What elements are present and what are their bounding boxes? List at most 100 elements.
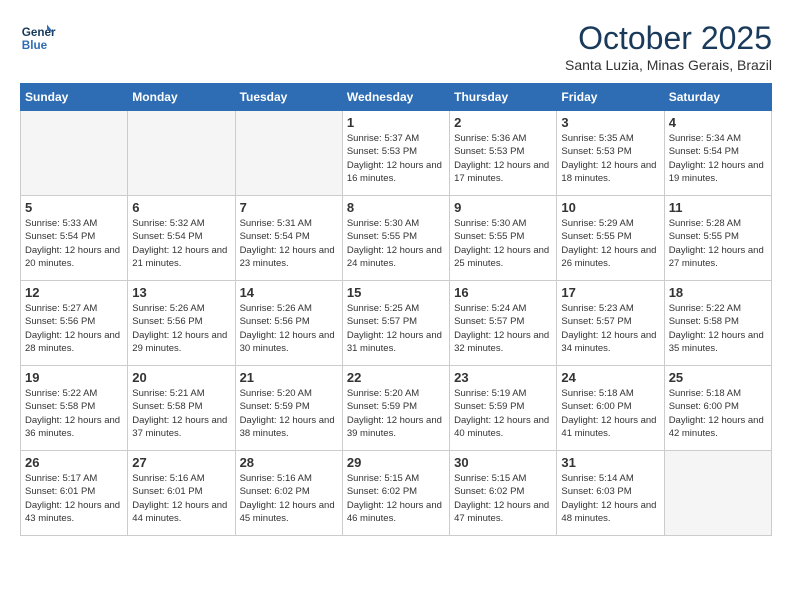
calendar-cell: 19 Sunrise: 5:22 AM Sunset: 5:58 PM Dayli… (21, 366, 128, 451)
day-number: 24 (561, 370, 659, 385)
day-info: Sunrise: 5:17 AM Sunset: 6:01 PM Dayligh… (25, 472, 123, 525)
day-number: 4 (669, 115, 767, 130)
day-number: 29 (347, 455, 445, 470)
day-info: Sunrise: 5:22 AM Sunset: 5:58 PM Dayligh… (669, 302, 767, 355)
day-number: 14 (240, 285, 338, 300)
day-info: Sunrise: 5:29 AM Sunset: 5:55 PM Dayligh… (561, 217, 659, 270)
day-number: 15 (347, 285, 445, 300)
day-info: Sunrise: 5:23 AM Sunset: 5:57 PM Dayligh… (561, 302, 659, 355)
calendar-cell: 5 Sunrise: 5:33 AM Sunset: 5:54 PM Daylig… (21, 196, 128, 281)
day-number: 6 (132, 200, 230, 215)
weekday-header-wednesday: Wednesday (342, 84, 449, 111)
calendar-cell (235, 111, 342, 196)
weekday-header-sunday: Sunday (21, 84, 128, 111)
calendar-cell (21, 111, 128, 196)
calendar-week-3: 12 Sunrise: 5:27 AM Sunset: 5:56 PM Dayli… (21, 281, 772, 366)
weekday-header-friday: Friday (557, 84, 664, 111)
day-number: 18 (669, 285, 767, 300)
day-number: 17 (561, 285, 659, 300)
day-info: Sunrise: 5:20 AM Sunset: 5:59 PM Dayligh… (347, 387, 445, 440)
day-info: Sunrise: 5:18 AM Sunset: 6:00 PM Dayligh… (561, 387, 659, 440)
day-info: Sunrise: 5:16 AM Sunset: 6:01 PM Dayligh… (132, 472, 230, 525)
calendar-cell: 23Sunrise: 5:19 AM Sunset: 5:59 PM Dayli… (450, 366, 557, 451)
day-number: 25 (669, 370, 767, 385)
calendar-cell: 9 Sunrise: 5:30 AM Sunset: 5:55 PM Daylig… (450, 196, 557, 281)
calendar-week-2: 5 Sunrise: 5:33 AM Sunset: 5:54 PM Daylig… (21, 196, 772, 281)
day-info: Sunrise: 5:16 AM Sunset: 6:02 PM Dayligh… (240, 472, 338, 525)
calendar-cell: 17 Sunrise: 5:23 AM Sunset: 5:57 PM Dayli… (557, 281, 664, 366)
day-info: Sunrise: 5:37 AM Sunset: 5:53 PM Dayligh… (347, 132, 445, 185)
calendar-cell: 24 Sunrise: 5:18 AM Sunset: 6:00 PM Dayli… (557, 366, 664, 451)
day-number: 28 (240, 455, 338, 470)
calendar-cell (664, 451, 771, 536)
day-info: Sunrise: 5:15 AM Sunset: 6:02 PM Dayligh… (347, 472, 445, 525)
day-info: Sunrise: 5:28 AM Sunset: 5:55 PM Dayligh… (669, 217, 767, 270)
calendar-cell: 22 Sunrise: 5:20 AM Sunset: 5:59 PM Dayli… (342, 366, 449, 451)
page-header: General Blue General Blue October 2025 S… (20, 20, 772, 73)
day-number: 30 (454, 455, 552, 470)
day-number: 31 (561, 455, 659, 470)
day-info: Sunrise: 5:22 AM Sunset: 5:58 PM Dayligh… (25, 387, 123, 440)
calendar-cell: 4 Sunrise: 5:34 AM Sunset: 5:54 PM Daylig… (664, 111, 771, 196)
day-info: Sunrise: 5:21 AM Sunset: 5:58 PM Dayligh… (132, 387, 230, 440)
day-number: 8 (347, 200, 445, 215)
calendar-cell: 20 Sunrise: 5:21 AM Sunset: 5:58 PM Dayli… (128, 366, 235, 451)
calendar-cell: 10 Sunrise: 5:29 AM Sunset: 5:55 PM Dayli… (557, 196, 664, 281)
calendar-cell: 27 Sunrise: 5:16 AM Sunset: 6:01 PM Dayli… (128, 451, 235, 536)
weekday-header-tuesday: Tuesday (235, 84, 342, 111)
weekday-header-saturday: Saturday (664, 84, 771, 111)
day-info: Sunrise: 5:33 AM Sunset: 5:54 PM Dayligh… (25, 217, 123, 270)
calendar-cell: 26 Sunrise: 5:17 AM Sunset: 6:01 PM Dayli… (21, 451, 128, 536)
calendar-cell: 7Sunrise: 5:31 AM Sunset: 5:54 PM Daylig… (235, 196, 342, 281)
calendar-cell: 1Sunrise: 5:37 AM Sunset: 5:53 PM Daylig… (342, 111, 449, 196)
calendar-cell: 3Sunrise: 5:35 AM Sunset: 5:53 PM Daylig… (557, 111, 664, 196)
calendar-cell: 21 Sunrise: 5:20 AM Sunset: 5:59 PM Dayli… (235, 366, 342, 451)
month-title: October 2025 (565, 20, 772, 57)
day-number: 26 (25, 455, 123, 470)
day-number: 23 (454, 370, 552, 385)
calendar-cell: 16 Sunrise: 5:24 AM Sunset: 5:57 PM Dayli… (450, 281, 557, 366)
day-info: Sunrise: 5:18 AM Sunset: 6:00 PM Dayligh… (669, 387, 767, 440)
logo-icon: General Blue (20, 20, 56, 56)
day-number: 20 (132, 370, 230, 385)
calendar-cell: 2Sunrise: 5:36 AM Sunset: 5:53 PM Daylig… (450, 111, 557, 196)
day-info: Sunrise: 5:26 AM Sunset: 5:56 PM Dayligh… (240, 302, 338, 355)
day-number: 5 (25, 200, 123, 215)
calendar-cell: 12 Sunrise: 5:27 AM Sunset: 5:56 PM Dayli… (21, 281, 128, 366)
day-info: Sunrise: 5:34 AM Sunset: 5:54 PM Dayligh… (669, 132, 767, 185)
day-info: Sunrise: 5:30 AM Sunset: 5:55 PM Dayligh… (454, 217, 552, 270)
calendar-week-1: 1Sunrise: 5:37 AM Sunset: 5:53 PM Daylig… (21, 111, 772, 196)
day-info: Sunrise: 5:27 AM Sunset: 5:56 PM Dayligh… (25, 302, 123, 355)
day-number: 27 (132, 455, 230, 470)
day-info: Sunrise: 5:31 AM Sunset: 5:54 PM Dayligh… (240, 217, 338, 270)
day-number: 11 (669, 200, 767, 215)
day-info: Sunrise: 5:24 AM Sunset: 5:57 PM Dayligh… (454, 302, 552, 355)
day-info: Sunrise: 5:25 AM Sunset: 5:57 PM Dayligh… (347, 302, 445, 355)
calendar-cell: 30Sunrise: 5:15 AM Sunset: 6:02 PM Dayli… (450, 451, 557, 536)
day-number: 2 (454, 115, 552, 130)
calendar-cell: 14 Sunrise: 5:26 AM Sunset: 5:56 PM Dayli… (235, 281, 342, 366)
calendar-week-4: 19 Sunrise: 5:22 AM Sunset: 5:58 PM Dayli… (21, 366, 772, 451)
day-number: 19 (25, 370, 123, 385)
calendar-cell (128, 111, 235, 196)
calendar-cell: 18 Sunrise: 5:22 AM Sunset: 5:58 PM Dayli… (664, 281, 771, 366)
day-number: 9 (454, 200, 552, 215)
svg-text:General: General (22, 26, 56, 39)
day-number: 22 (347, 370, 445, 385)
calendar-cell: 13Sunrise: 5:26 AM Sunset: 5:56 PM Dayli… (128, 281, 235, 366)
calendar-cell: 25 Sunrise: 5:18 AM Sunset: 6:00 PM Dayli… (664, 366, 771, 451)
calendar-week-5: 26 Sunrise: 5:17 AM Sunset: 6:01 PM Dayli… (21, 451, 772, 536)
logo: General Blue General Blue (20, 20, 60, 56)
day-number: 12 (25, 285, 123, 300)
title-block: October 2025 Santa Luzia, Minas Gerais, … (565, 20, 772, 73)
day-number: 16 (454, 285, 552, 300)
day-number: 21 (240, 370, 338, 385)
day-info: Sunrise: 5:14 AM Sunset: 6:03 PM Dayligh… (561, 472, 659, 525)
day-info: Sunrise: 5:32 AM Sunset: 5:54 PM Dayligh… (132, 217, 230, 270)
day-info: Sunrise: 5:20 AM Sunset: 5:59 PM Dayligh… (240, 387, 338, 440)
weekday-header-monday: Monday (128, 84, 235, 111)
calendar-cell: 28 Sunrise: 5:16 AM Sunset: 6:02 PM Dayli… (235, 451, 342, 536)
calendar-cell: 11 Sunrise: 5:28 AM Sunset: 5:55 PM Dayli… (664, 196, 771, 281)
day-number: 10 (561, 200, 659, 215)
weekday-header-thursday: Thursday (450, 84, 557, 111)
